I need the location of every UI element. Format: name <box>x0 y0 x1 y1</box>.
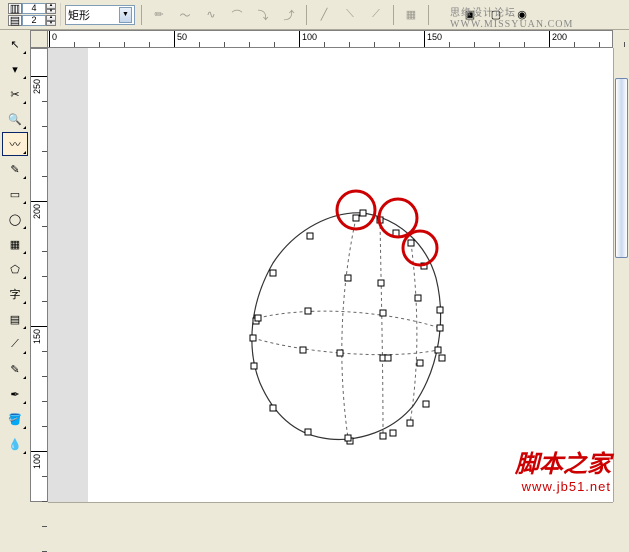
tool-ellipse[interactable]: ◯ <box>2 207 28 231</box>
rows-icon: ▤ <box>8 15 22 26</box>
scroll-thumb[interactable] <box>615 78 628 258</box>
tool-rect[interactable]: ▭ <box>2 182 28 206</box>
cols-input[interactable]: 4 <box>22 3 46 14</box>
tool-zoom[interactable]: 🔍 <box>2 107 28 131</box>
line-icon[interactable]: ╱ <box>313 4 335 26</box>
cols-icon: ▥ <box>8 3 22 14</box>
seg-b-icon[interactable]: ⟋ <box>365 4 387 26</box>
left-toolbox: ↖▾✂🔍〰✎▭◯▦⬠字▤⟋✎✒🪣💧 <box>0 30 30 518</box>
spinner-group: ▥ 4 ▴▾ ▤ 2 ▴▾ <box>4 3 61 26</box>
horizontal-ruler: 050100150200 <box>30 30 613 48</box>
watermark-url: www.jb51.net <box>515 479 611 494</box>
canvas[interactable] <box>48 48 613 502</box>
raster-icon[interactable]: ▦ <box>400 4 422 26</box>
drawing-svg <box>88 48 613 502</box>
curve-b-icon[interactable]: ∿ <box>200 4 222 26</box>
tool-smart[interactable]: ✎ <box>2 157 28 181</box>
ruler-origin[interactable] <box>30 30 48 48</box>
watermark-top: 思缘设计论坛 · WWW.MISSYUAN.COM <box>450 4 629 30</box>
tool-dropper[interactable]: 💧 <box>2 432 28 456</box>
vertical-ruler: 250200150100 <box>30 48 48 502</box>
tool-polygon[interactable]: ⬠ <box>2 257 28 281</box>
pencil-tool-icon[interactable]: ✏ <box>148 4 170 26</box>
rows-input[interactable]: 2 <box>22 15 46 26</box>
curve-d-icon[interactable]: ⤵ <box>252 4 274 26</box>
tool-pick[interactable]: ↖ <box>2 32 28 56</box>
tool-text[interactable]: 字 <box>2 282 28 306</box>
tool-interactive[interactable]: ⟋ <box>2 332 28 356</box>
curve-a-icon[interactable]: 〜 <box>174 4 196 26</box>
tool-table[interactable]: ▤ <box>2 307 28 331</box>
tool-fill[interactable]: 🪣 <box>2 407 28 431</box>
curve-c-icon[interactable]: ⌒ <box>226 4 248 26</box>
tool-outline[interactable]: ✒ <box>2 382 28 406</box>
shape-dropdown-label: 矩形 <box>68 7 90 23</box>
tool-graph[interactable]: ▦ <box>2 232 28 256</box>
curve-e-icon[interactable]: ⤴ <box>278 4 300 26</box>
vertical-scrollbar[interactable] <box>613 48 629 502</box>
tool-shape[interactable]: ▾ <box>2 57 28 81</box>
watermark-bottom: 脚本之家 www.jb51.net <box>515 444 611 494</box>
horizontal-scrollbar[interactable] <box>48 502 613 518</box>
shape-dropdown[interactable]: 矩形 ▼ <box>65 5 135 25</box>
seg-a-icon[interactable]: ⟍ <box>339 4 361 26</box>
tool-crop[interactable]: ✂ <box>2 82 28 106</box>
chevron-down-icon: ▼ <box>119 7 132 23</box>
watermark-cn: 脚本之家 <box>515 444 611 479</box>
rows-down[interactable]: ▾ <box>46 21 56 27</box>
page <box>88 48 613 502</box>
tool-freehand[interactable]: 〰 <box>2 132 28 156</box>
tool-eyedrop[interactable]: ✎ <box>2 357 28 381</box>
